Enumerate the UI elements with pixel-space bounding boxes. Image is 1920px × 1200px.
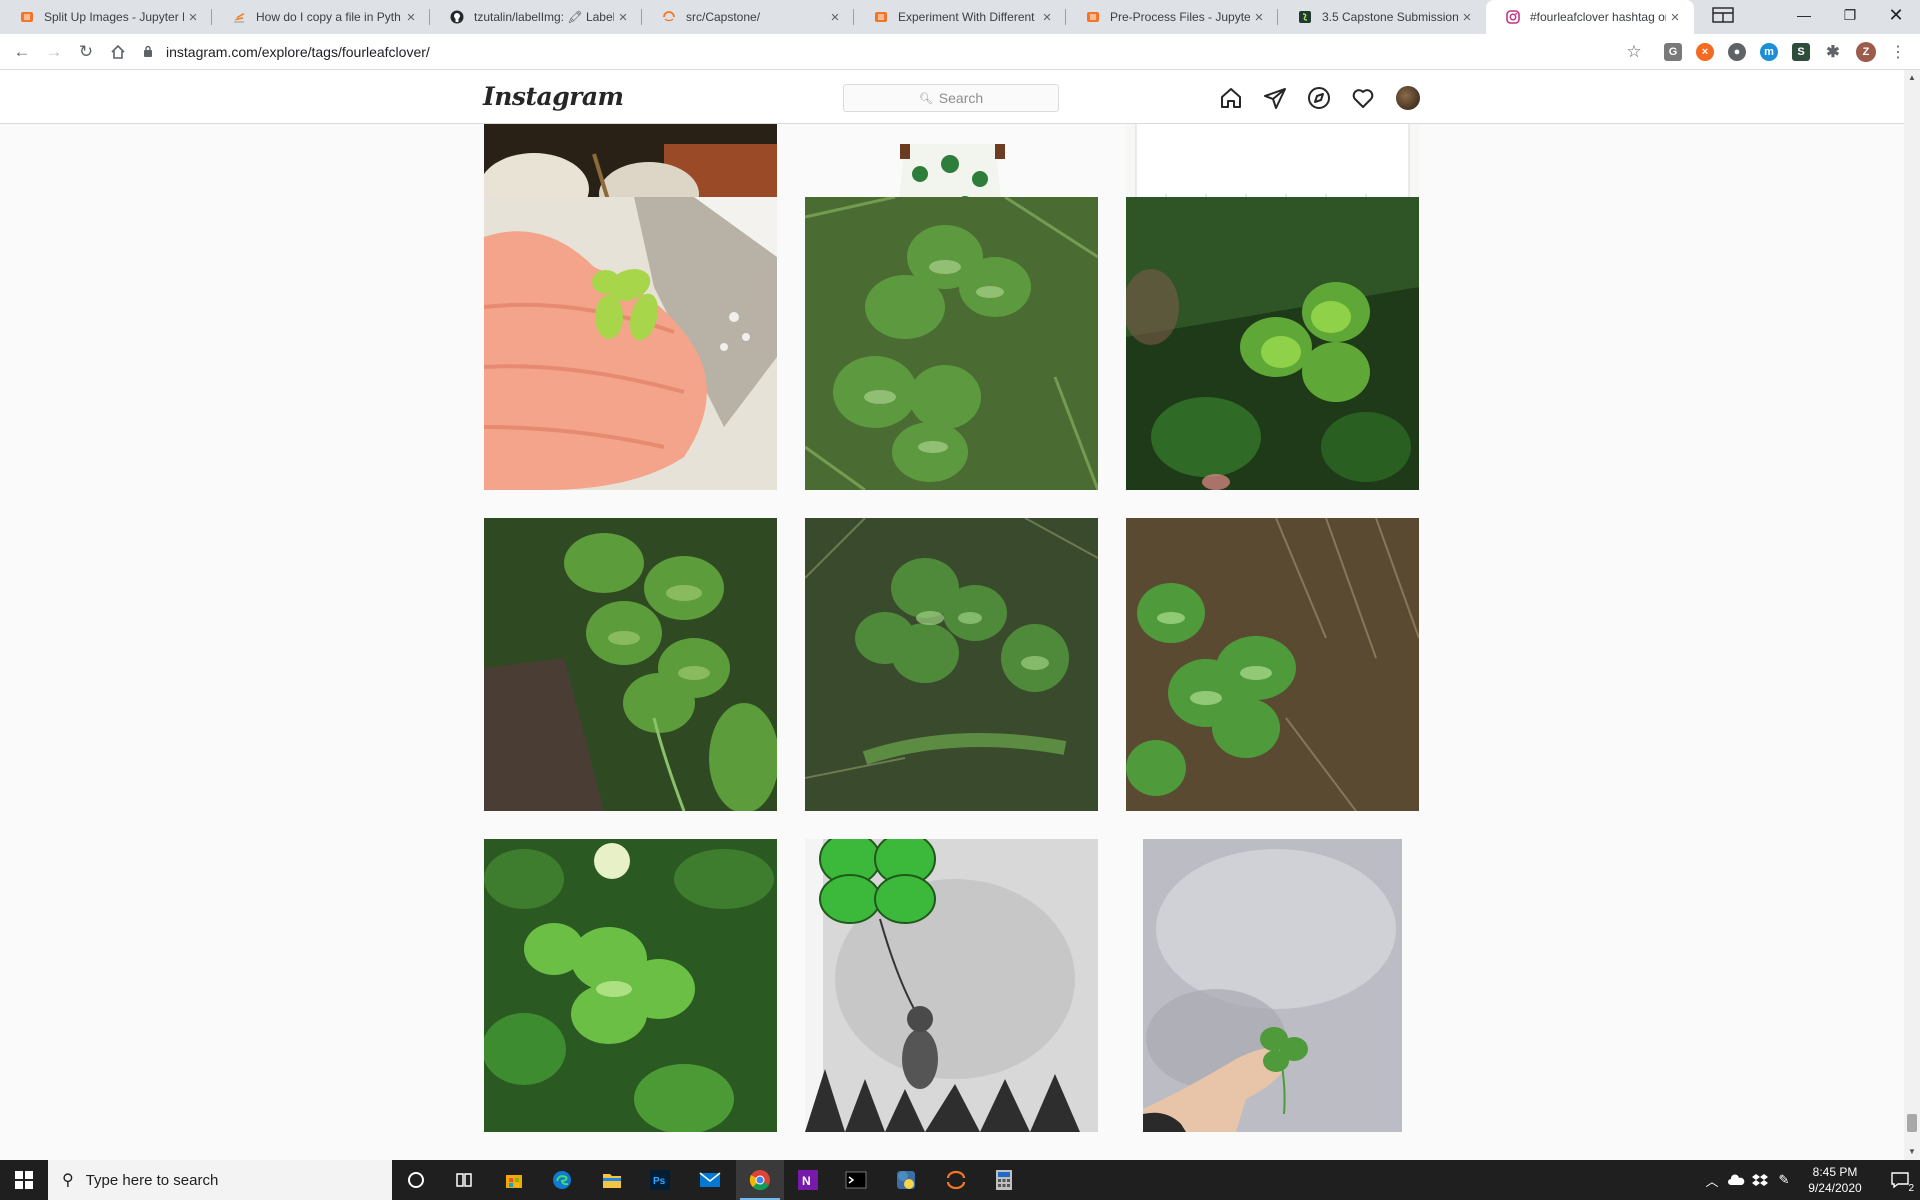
notification-count: 2 bbox=[1908, 1183, 1914, 1194]
page-scrollbar[interactable]: ▲ ▼ bbox=[1904, 70, 1920, 1160]
tab-fourleafclover-instagram[interactable]: #fourleafclover hashtag on × bbox=[1486, 0, 1694, 34]
close-icon[interactable]: × bbox=[1666, 9, 1684, 26]
python-icon[interactable] bbox=[882, 1160, 930, 1200]
tab-capstone-submission[interactable]: 3.5 Capstone Submission - S × bbox=[1278, 0, 1486, 34]
search-icon: 🔍︎ bbox=[918, 92, 933, 105]
tab-split-up-images[interactable]: Split Up Images - Jupyter N × bbox=[0, 0, 212, 34]
svg-text:Ps: Ps bbox=[653, 1176, 666, 1187]
clock-date: 9/24/2020 bbox=[1808, 1181, 1862, 1195]
close-icon[interactable]: × bbox=[402, 9, 420, 26]
home-icon[interactable] bbox=[1219, 86, 1243, 110]
tab-src-capstone[interactable]: src/Capstone/ × bbox=[642, 0, 854, 34]
close-icon[interactable]: × bbox=[1458, 9, 1476, 26]
mail-icon[interactable] bbox=[686, 1160, 734, 1200]
post-thumbnail-clover-brown-grass[interactable] bbox=[1126, 518, 1419, 811]
onenote-icon[interactable]: N bbox=[784, 1160, 832, 1200]
github-icon bbox=[450, 10, 464, 24]
close-icon[interactable]: × bbox=[184, 9, 202, 26]
close-icon[interactable]: × bbox=[1038, 9, 1056, 26]
extension-g-icon[interactable]: G bbox=[1664, 43, 1682, 61]
tab-pre-process-files[interactable]: Pre-Process Files - Jupyter N × bbox=[1066, 0, 1278, 34]
address-bar[interactable]: instagram.com/explore/tags/fourleafclove… bbox=[140, 38, 1635, 66]
post-thumbnail-clover-balloon-drawing[interactable] bbox=[805, 839, 1098, 1132]
activity-heart-icon[interactable] bbox=[1351, 86, 1375, 110]
onedrive-icon[interactable] bbox=[1724, 1160, 1748, 1200]
taskbar-search-placeholder: Type here to search bbox=[85, 1171, 219, 1189]
springboard-icon bbox=[1298, 10, 1312, 24]
extension-blue-icon[interactable]: m bbox=[1760, 43, 1778, 61]
post-thumbnail-hand-clover[interactable] bbox=[484, 197, 777, 490]
microsoft-store-icon[interactable] bbox=[490, 1160, 538, 1200]
chrome-icon[interactable] bbox=[736, 1160, 784, 1200]
url-text[interactable]: instagram.com/explore/tags/fourleafclove… bbox=[166, 44, 430, 60]
task-view-icon[interactable] bbox=[440, 1160, 488, 1200]
lock-icon[interactable] bbox=[140, 45, 156, 60]
post-thumbnail-clover-dark-1[interactable] bbox=[484, 518, 777, 811]
search-placeholder: Search bbox=[938, 90, 984, 106]
cortana-icon[interactable] bbox=[392, 1160, 440, 1200]
direct-messages-icon[interactable] bbox=[1263, 86, 1287, 110]
post-thumbnail-clover-grass-2[interactable] bbox=[1126, 197, 1419, 490]
clock-time: 8:45 PM bbox=[1812, 1165, 1858, 1179]
post-thumbnail-clover-dark-2[interactable] bbox=[805, 518, 1098, 811]
post-thumbnail-hand-clover-grey[interactable] bbox=[1126, 839, 1419, 1132]
notifications-icon[interactable]: 2 bbox=[1880, 1160, 1920, 1200]
close-icon[interactable]: × bbox=[1250, 9, 1268, 26]
svg-text:N: N bbox=[802, 1174, 811, 1188]
jupyter-icon bbox=[1086, 10, 1100, 24]
profile-avatar[interactable]: Z bbox=[1856, 42, 1876, 62]
bookmark-star-icon[interactable]: ☆ bbox=[1620, 38, 1648, 66]
jupyter-icon[interactable] bbox=[932, 1160, 980, 1200]
dropbox-icon[interactable] bbox=[1748, 1160, 1772, 1200]
minimize-icon[interactable]: — bbox=[1781, 0, 1827, 30]
taskbar-clock[interactable]: 8:45 PM 9/24/2020 bbox=[1790, 1164, 1880, 1196]
scroll-up-arrow-icon[interactable]: ▲ bbox=[1904, 70, 1920, 86]
jupyter-icon bbox=[874, 10, 888, 24]
tab-search-icon[interactable] bbox=[1700, 0, 1746, 30]
forward-icon[interactable]: → bbox=[40, 38, 68, 66]
tab-experiment[interactable]: Experiment With Different N × bbox=[854, 0, 1066, 34]
show-hidden-icons-icon[interactable]: ︿ bbox=[1700, 1160, 1724, 1200]
chrome-menu-icon[interactable]: ⋮ bbox=[1884, 38, 1912, 66]
post-thumbnail-clover-grass-1[interactable] bbox=[805, 197, 1098, 490]
scroll-down-arrow-icon[interactable]: ▼ bbox=[1904, 1144, 1920, 1160]
edge-icon[interactable] bbox=[538, 1160, 586, 1200]
jupyter-loading-icon bbox=[662, 10, 676, 24]
file-explorer-icon[interactable] bbox=[588, 1160, 636, 1200]
calculator-icon[interactable] bbox=[980, 1160, 1028, 1200]
explore-compass-icon[interactable] bbox=[1307, 86, 1331, 110]
reload-icon[interactable]: ↻ bbox=[72, 38, 100, 66]
profile-avatar[interactable] bbox=[1396, 86, 1420, 110]
close-icon[interactable]: × bbox=[614, 9, 632, 26]
extension-circle-icon[interactable]: ● bbox=[1728, 43, 1746, 61]
close-window-icon[interactable]: ✕ bbox=[1873, 0, 1919, 30]
extension-springboard-icon[interactable]: S bbox=[1792, 43, 1810, 61]
windows-taskbar: ⚲ Type here to search Ps N ︿ ✎ 8:45 PM 9… bbox=[0, 1160, 1920, 1200]
windows-start-icon[interactable] bbox=[0, 1160, 48, 1200]
tab-labelimg-github[interactable]: tzutalin/labelImg: 🖍 Label × bbox=[430, 0, 642, 34]
stackoverflow-icon bbox=[232, 10, 246, 24]
close-icon[interactable]: × bbox=[826, 9, 844, 26]
instagram-search-input[interactable]: 🔍︎ Search bbox=[843, 84, 1059, 112]
tab-stackoverflow[interactable]: How do I copy a file in Pyth × bbox=[212, 0, 430, 34]
tab-strip: Split Up Images - Jupyter N × How do I c… bbox=[0, 0, 1920, 34]
search-icon: ⚲ bbox=[62, 1172, 74, 1189]
post-thumbnail-clover-bright[interactable] bbox=[484, 839, 777, 1132]
scrollbar-thumb[interactable] bbox=[1907, 1114, 1917, 1132]
extension-orange-icon[interactable]: × bbox=[1696, 43, 1714, 61]
instagram-navbar: Instagram 🔍︎ Search bbox=[0, 70, 1904, 124]
back-icon[interactable]: ← bbox=[8, 38, 36, 66]
extensions-puzzle-icon[interactable]: ✱ bbox=[1824, 43, 1842, 61]
browser-toolbar: ← → ↻ instagram.com/explore/tags/fourlea… bbox=[0, 34, 1920, 70]
photoshop-icon[interactable]: Ps bbox=[636, 1160, 684, 1200]
home-icon[interactable] bbox=[104, 38, 132, 66]
taskbar-search-input[interactable]: ⚲ Type here to search bbox=[48, 1160, 392, 1200]
instagram-page: Instagram 🔍︎ Search bbox=[0, 70, 1904, 1160]
instagram-icon bbox=[1506, 10, 1520, 24]
terminal-icon[interactable] bbox=[832, 1160, 880, 1200]
instagram-logo[interactable]: Instagram bbox=[483, 82, 624, 111]
restore-icon[interactable]: ❐ bbox=[1827, 0, 1873, 30]
jupyter-icon bbox=[20, 10, 34, 24]
